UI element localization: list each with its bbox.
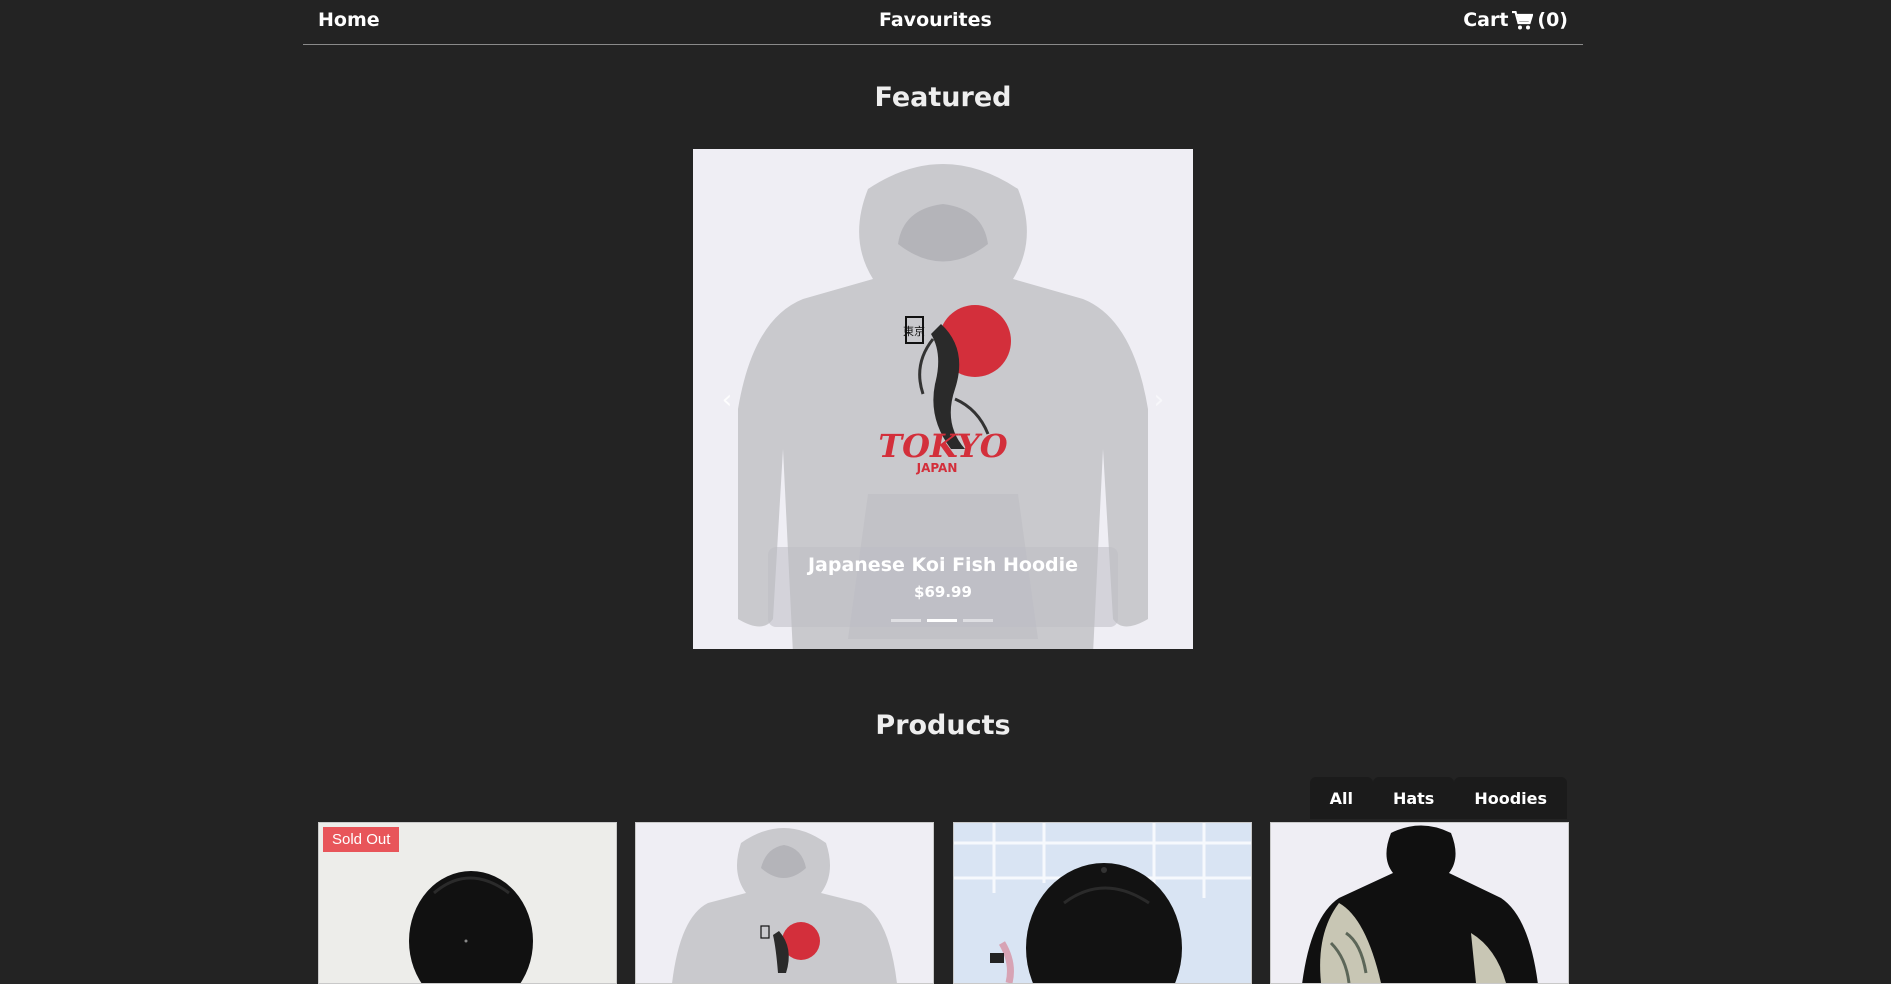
kanji-print: 東京 (903, 324, 925, 338)
cart-icon (1512, 10, 1534, 29)
slide-product-price: $69.99 (914, 583, 972, 601)
sold-out-badge: Sold Out (323, 827, 400, 852)
product-card[interactable] (1270, 822, 1569, 984)
japan-print: JAPAN (916, 461, 958, 475)
carousel-indicator[interactable] (927, 619, 957, 622)
koi-hoodie-thumbnail (636, 823, 933, 983)
top-nav: Home Favourites Cart (0) (303, 0, 1583, 45)
nav-favourites-link[interactable]: Favourites (879, 9, 992, 31)
carousel-indicator[interactable] (963, 619, 993, 622)
product-grid: Sold Out (318, 822, 1569, 984)
filter-hats-button[interactable]: Hats (1372, 777, 1455, 819)
filter-all-button[interactable]: All (1309, 777, 1373, 819)
carousel-next-button[interactable]: › (1147, 385, 1171, 415)
nav-cart-link[interactable]: Cart (0) (1463, 9, 1568, 31)
cart-count: (0) (1537, 9, 1568, 31)
category-filter-group: All Hats Hoodies (1309, 777, 1567, 819)
embroidered-cap-image (954, 823, 1251, 983)
slide-product-name: Japanese Koi Fish Hoodie (807, 554, 1079, 576)
carousel-prev-button[interactable]: ‹ (715, 385, 739, 415)
tokyo-print: TOKYO (878, 427, 1007, 465)
products-heading: Products (875, 710, 1011, 741)
product-card[interactable] (953, 822, 1252, 984)
chevron-left-icon: ‹ (721, 385, 733, 415)
featured-carousel[interactable]: 東京 TOKYO JAPAN ‹ › Japanese Koi Fish Hoo… (693, 149, 1193, 649)
filter-hoodies-button[interactable]: Hoodies (1454, 777, 1567, 819)
carousel-caption: Japanese Koi Fish Hoodie $69.99 (768, 547, 1118, 627)
featured-heading: Featured (874, 82, 1012, 113)
product-card[interactable] (635, 822, 934, 984)
nav-home-link[interactable]: Home (318, 9, 380, 31)
product-card[interactable]: Sold Out (318, 822, 617, 984)
carousel-indicators (891, 619, 995, 623)
dragon-hoodie-image (1271, 823, 1568, 983)
chevron-right-icon: › (1153, 385, 1165, 415)
carousel-indicator[interactable] (891, 619, 921, 622)
cart-label: Cart (1463, 9, 1509, 31)
